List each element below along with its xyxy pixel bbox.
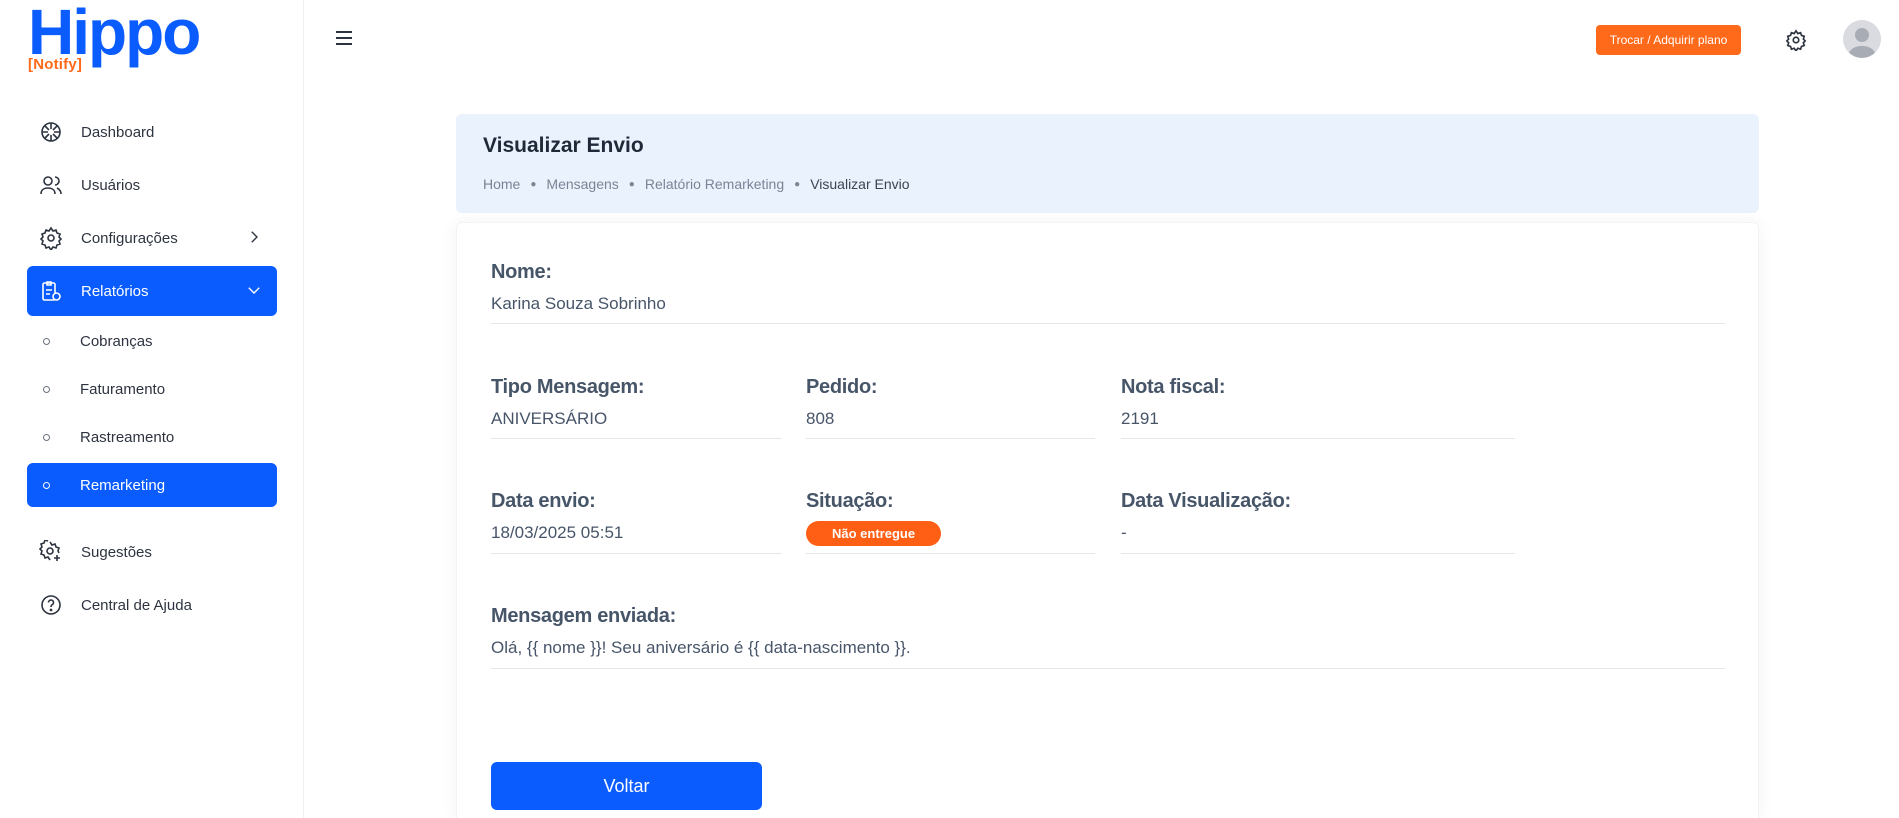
field-label: Nome:: [491, 261, 552, 283]
sidebar-item-label: Sugestões: [81, 543, 152, 561]
upgrade-plan-button[interactable]: Trocar / Adquirir plano: [1596, 25, 1741, 55]
sidebar-item-sugestoes[interactable]: Sugestões: [27, 527, 277, 577]
breadcrumb-current: Visualizar Envio: [810, 176, 910, 192]
chevron-down-icon: [245, 281, 263, 299]
report-icon: [39, 279, 63, 303]
users-icon: [39, 173, 63, 197]
sidebar-subitem-rastreamento[interactable]: Rastreamento: [27, 415, 277, 459]
field-mensagem-enviada: Mensagem enviada: Olá, {{ nome }}! Seu a…: [491, 605, 1725, 669]
page-title: Visualizar Envio: [483, 134, 644, 157]
app-root: Hippo [Notify] Dashboard Usuários Config…: [0, 0, 1899, 818]
field-value: 18/03/2025 05:51: [491, 523, 624, 542]
breadcrumb-home[interactable]: Home: [483, 176, 520, 192]
sidebar-subitem-label: Faturamento: [80, 380, 166, 398]
gear-icon: [39, 226, 63, 250]
breadcrumb-mensagens[interactable]: Mensagens: [546, 176, 618, 192]
breadcrumb-separator: ●: [794, 178, 801, 190]
field-divider: [806, 553, 1095, 554]
bullet-icon: [43, 337, 50, 345]
field-label: Pedido:: [806, 376, 878, 398]
chevron-right-icon: [245, 228, 263, 246]
sidebar-subitem-remarketing[interactable]: Remarketing: [27, 463, 277, 507]
dashboard-icon: [39, 120, 63, 144]
field-value: Olá, {{ nome }}! Seu aniversário é {{ da…: [491, 638, 911, 657]
breadcrumb-separator: ●: [628, 178, 635, 190]
field-pedido: Pedido: 808: [806, 376, 1095, 439]
field-divider: [491, 668, 1725, 669]
sidebar-item-dashboard[interactable]: Dashboard: [27, 107, 277, 157]
logo-subtitle: [Notify]: [28, 56, 83, 73]
sidebar-item-label: Usuários: [81, 176, 141, 194]
bullet-icon: [43, 481, 50, 489]
sidebar-item-central-ajuda[interactable]: Central de Ajuda: [27, 580, 277, 630]
field-label: Situação:: [806, 490, 894, 512]
sidebar-item-configuracoes[interactable]: Configurações: [27, 213, 277, 263]
sidebar-item-relatorios[interactable]: Relatórios: [27, 266, 277, 316]
field-divider: [491, 553, 782, 554]
field-divider: [491, 438, 782, 439]
help-icon: [39, 593, 63, 617]
field-divider: [1121, 438, 1515, 439]
field-nota-fiscal: Nota fiscal: 2191: [1121, 376, 1515, 439]
sidebar-subitem-label: Rastreamento: [80, 428, 175, 446]
bullet-icon: [43, 385, 50, 393]
sidebar-subitem-cobrancas[interactable]: Cobranças: [27, 319, 277, 363]
breadcrumb-separator: ●: [530, 178, 537, 190]
field-divider: [1121, 553, 1515, 554]
logo[interactable]: Hippo [Notify]: [28, 0, 208, 76]
suggestion-gear-icon: [39, 540, 63, 564]
status-badge: Não entregue: [806, 521, 942, 546]
settings-gear-icon[interactable]: [1785, 29, 1807, 53]
sidebar-item-usuarios[interactable]: Usuários: [27, 160, 277, 210]
user-avatar[interactable]: [1843, 20, 1881, 58]
breadcrumb: Home ● Mensagens ● Relatório Remarketing…: [483, 176, 910, 192]
sidebar-item-label: Central de Ajuda: [81, 596, 192, 614]
field-value: 808: [806, 409, 835, 428]
sidebar-subitem-label: Remarketing: [80, 476, 166, 494]
sidebar: Hippo [Notify] Dashboard Usuários Config…: [0, 0, 304, 818]
field-tipo-mensagem: Tipo Mensagem: ANIVERSÁRIO: [491, 376, 782, 439]
sidebar-item-label: Dashboard: [81, 123, 155, 141]
field-label: Tipo Mensagem:: [491, 376, 645, 398]
field-label: Nota fiscal:: [1121, 376, 1226, 398]
field-value: 2191: [1121, 409, 1159, 428]
sidebar-item-label: Relatórios: [81, 282, 149, 300]
field-value: ANIVERSÁRIO: [491, 409, 608, 428]
back-button[interactable]: Voltar: [491, 762, 762, 810]
hamburger-menu-icon[interactable]: [334, 28, 354, 48]
field-data-visualizacao: Data Visualização: -: [1121, 490, 1515, 554]
field-label: Data envio:: [491, 490, 596, 512]
field-data-envio: Data envio: 18/03/2025 05:51: [491, 490, 782, 554]
logo-text: Hippo: [28, 0, 201, 68]
page-header: Visualizar Envio Home ● Mensagens ● Rela…: [456, 114, 1759, 213]
field-situacao: Situação: Não entregue: [806, 490, 1095, 554]
field-value: -: [1121, 523, 1127, 542]
field-divider: [806, 438, 1095, 439]
field-divider: [491, 323, 1725, 324]
sidebar-nav: Dashboard Usuários Configurações Relatór…: [27, 107, 277, 633]
sidebar-subitem-faturamento[interactable]: Faturamento: [27, 367, 277, 411]
field-nome: Nome: Karina Souza Sobrinho: [491, 261, 1725, 324]
bullet-icon: [43, 433, 50, 441]
details-card: Nome: Karina Souza Sobrinho Tipo Mensage…: [456, 222, 1759, 818]
sidebar-item-label: Configurações: [81, 229, 178, 247]
breadcrumb-relatorio[interactable]: Relatório Remarketing: [645, 176, 784, 192]
field-label: Mensagem enviada:: [491, 605, 676, 627]
field-value: Karina Souza Sobrinho: [491, 294, 666, 313]
field-label: Data Visualização:: [1121, 490, 1291, 512]
sidebar-subitem-label: Cobranças: [80, 332, 153, 350]
